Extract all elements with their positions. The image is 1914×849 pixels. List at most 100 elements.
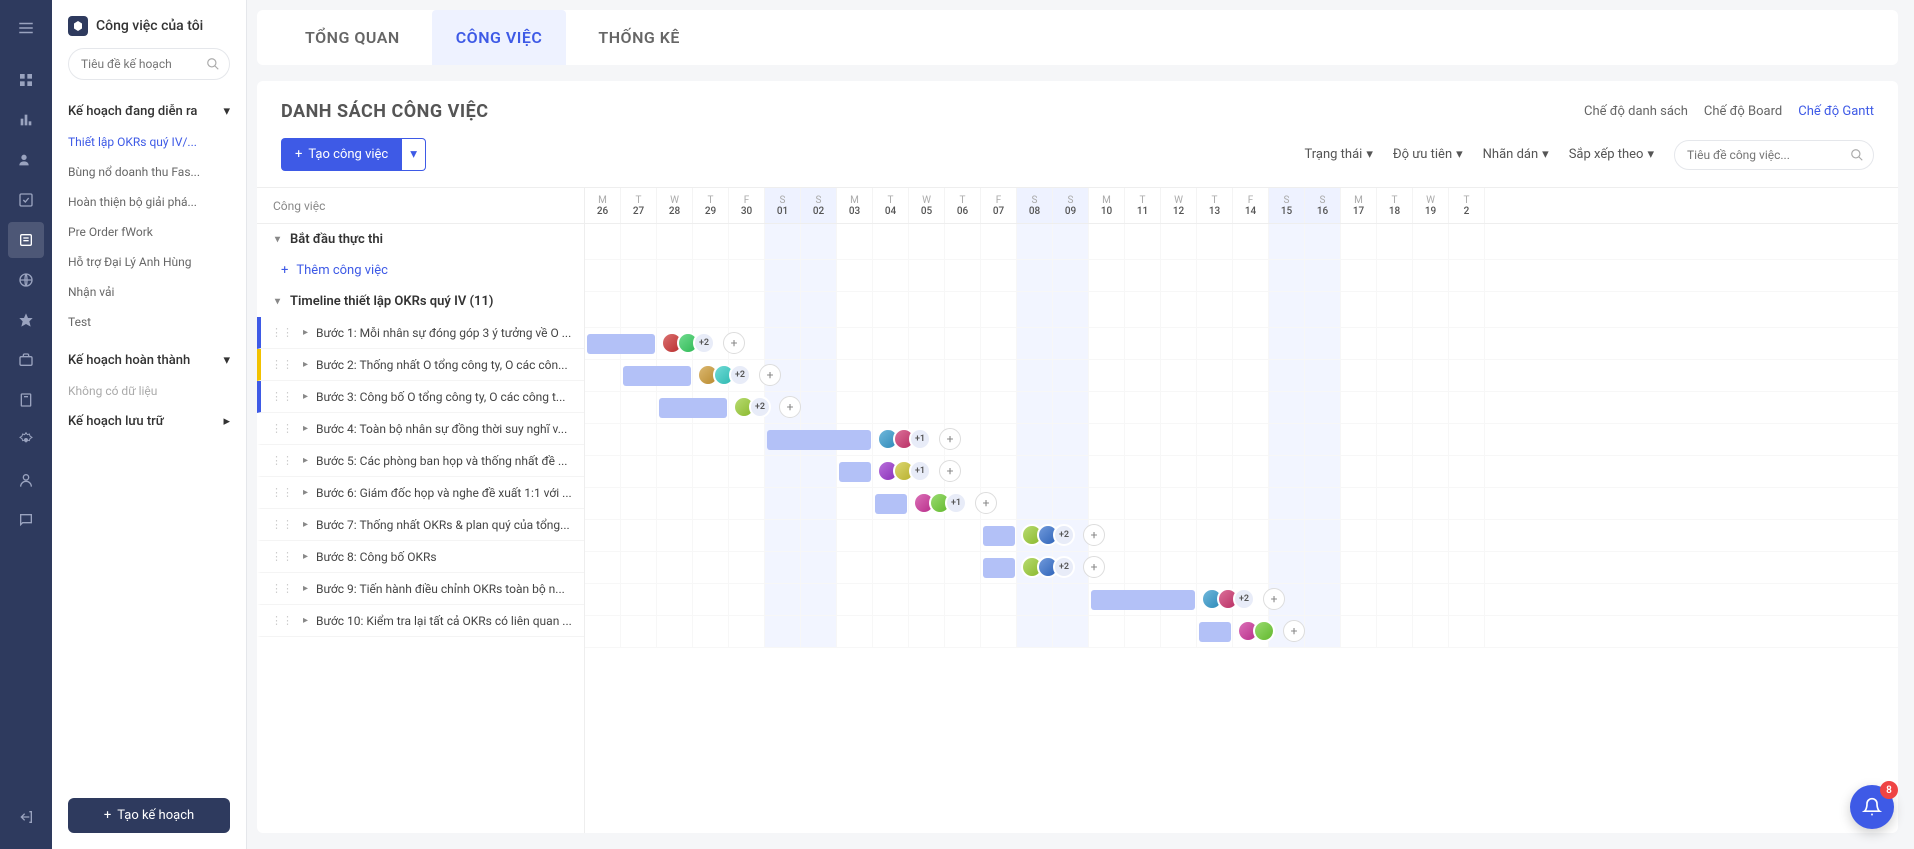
add-assignee-button[interactable]: +: [1083, 524, 1105, 546]
gantt-bar-row: +2 +: [585, 584, 1898, 616]
sidebar-search[interactable]: [68, 48, 230, 80]
task-row[interactable]: ⋮⋮▸Bước 10: Kiểm tra lại tất cả OKRs có …: [257, 605, 584, 637]
tasks-icon[interactable]: [8, 222, 44, 258]
section-archive[interactable]: Kế hoạch lưu trữ ▸: [68, 406, 230, 437]
gantt-bar[interactable]: [1091, 590, 1195, 610]
gantt-bar[interactable]: [839, 462, 871, 482]
gantt-bar[interactable]: [875, 494, 907, 514]
drag-handle-icon[interactable]: ⋮⋮: [269, 422, 295, 435]
group-row[interactable]: ▾Bắt đầu thực thi: [257, 224, 584, 255]
sidebar-item[interactable]: Thiết lập OKRs quý IV/...: [68, 127, 230, 157]
book-icon[interactable]: [8, 382, 44, 418]
avatar[interactable]: [1253, 620, 1275, 642]
task-row[interactable]: ⋮⋮▸Bước 3: Công bố O tổng công ty, O các…: [257, 381, 584, 413]
tab-stats[interactable]: THỐNG KÊ: [574, 10, 704, 65]
avatar-more[interactable]: +1: [909, 460, 931, 482]
filter-status[interactable]: Trạng thái▾: [1304, 147, 1372, 162]
logout-icon[interactable]: [8, 799, 44, 835]
task-row[interactable]: ⋮⋮▸Bước 5: Các phòng ban họp và thống nh…: [257, 445, 584, 477]
globe-icon[interactable]: [8, 262, 44, 298]
task-row[interactable]: ⋮⋮▸Bước 2: Thống nhất O tổng công ty, O …: [257, 349, 584, 381]
add-assignee-button[interactable]: +: [1263, 588, 1285, 610]
drag-handle-icon[interactable]: ⋮⋮: [269, 358, 295, 371]
panel-title: DANH SÁCH CÔNG VIỆC: [281, 101, 489, 122]
task-search[interactable]: [1674, 140, 1874, 170]
sidebar-item[interactable]: Pre Order fWork: [68, 217, 230, 247]
drag-handle-icon[interactable]: ⋮⋮: [269, 326, 295, 339]
task-row[interactable]: ⋮⋮▸Bước 6: Giám đốc họp và nghe đề xuất …: [257, 477, 584, 509]
avatar-more[interactable]: +1: [945, 492, 967, 514]
gantt-bar[interactable]: [659, 398, 727, 418]
gantt-bar-row: +2 +: [585, 392, 1898, 424]
user-icon[interactable]: [8, 462, 44, 498]
filter-sort[interactable]: Sắp xếp theo▾: [1569, 147, 1654, 162]
notification-button[interactable]: 8: [1850, 785, 1894, 829]
gantt-right[interactable]: M26T27W28T29F30S01S02M03T04W05T06F07S08S…: [585, 188, 1898, 833]
settings-icon[interactable]: [8, 422, 44, 458]
avatar-more[interactable]: +2: [1053, 524, 1075, 546]
add-task-row[interactable]: +Thêm công việc: [257, 255, 584, 286]
gantt-bar[interactable]: [983, 558, 1015, 578]
section-done[interactable]: Kế hoạch hoàn thành ▾: [68, 345, 230, 376]
section-ongoing[interactable]: Kế hoạch đang diễn ra ▾: [68, 96, 230, 127]
chat-icon[interactable]: [8, 502, 44, 538]
briefcase-icon[interactable]: [8, 342, 44, 378]
gantt-bar[interactable]: [623, 366, 691, 386]
add-assignee-button[interactable]: +: [939, 428, 961, 450]
group-row[interactable]: ▾Timeline thiết lập OKRs quý IV (11): [257, 286, 584, 317]
task-row[interactable]: ⋮⋮▸Bước 1: Mỗi nhân sự đóng góp 3 ý tưởn…: [257, 317, 584, 349]
task-search-input[interactable]: [1674, 140, 1874, 170]
avatar-more[interactable]: +2: [749, 396, 771, 418]
avatar-more[interactable]: +2: [693, 332, 715, 354]
view-gantt[interactable]: Chế độ Gantt: [1798, 104, 1874, 119]
create-plan-button[interactable]: + Tạo kế hoạch: [68, 798, 230, 833]
drag-handle-icon[interactable]: ⋮⋮: [269, 550, 295, 563]
add-assignee-button[interactable]: +: [939, 460, 961, 482]
sidebar-item[interactable]: Nhận vải: [68, 277, 230, 307]
gantt-bar[interactable]: [983, 526, 1015, 546]
gantt-bar[interactable]: [587, 334, 655, 354]
day-column: T04: [873, 188, 909, 223]
filter-priority[interactable]: Độ ưu tiên▾: [1393, 147, 1463, 162]
create-task-dropdown[interactable]: ▾: [402, 138, 426, 171]
chart-icon[interactable]: [8, 102, 44, 138]
avatar-more[interactable]: +2: [1233, 588, 1255, 610]
drag-handle-icon[interactable]: ⋮⋮: [269, 486, 295, 499]
add-assignee-button[interactable]: +: [1083, 556, 1105, 578]
avatar-more[interactable]: +2: [1053, 556, 1075, 578]
gantt-bar[interactable]: [767, 430, 871, 450]
task-row[interactable]: ⋮⋮▸Bước 8: Công bố OKRs: [257, 541, 584, 573]
add-assignee-button[interactable]: +: [1283, 620, 1305, 642]
drag-handle-icon[interactable]: ⋮⋮: [269, 518, 295, 531]
gantt-bar[interactable]: [1199, 622, 1231, 642]
drag-handle-icon[interactable]: ⋮⋮: [269, 454, 295, 467]
avatar-more[interactable]: +2: [729, 364, 751, 386]
sidebar-item[interactable]: Hỗ trợ Đại Lý Anh Hùng: [68, 247, 230, 277]
check-icon[interactable]: [8, 182, 44, 218]
task-row[interactable]: ⋮⋮▸Bước 7: Thống nhất OKRs & plan quý củ…: [257, 509, 584, 541]
view-board[interactable]: Chế độ Board: [1704, 104, 1782, 119]
drag-handle-icon[interactable]: ⋮⋮: [269, 390, 295, 403]
add-assignee-button[interactable]: +: [779, 396, 801, 418]
dashboard-icon[interactable]: [8, 62, 44, 98]
drag-handle-icon[interactable]: ⋮⋮: [269, 614, 295, 627]
star-icon[interactable]: [8, 302, 44, 338]
view-list[interactable]: Chế độ danh sách: [1584, 104, 1688, 119]
sidebar-item[interactable]: Hoàn thiện bộ giải phá...: [68, 187, 230, 217]
add-assignee-button[interactable]: +: [759, 364, 781, 386]
task-row[interactable]: ⋮⋮▸Bước 9: Tiến hành điều chỉnh OKRs toà…: [257, 573, 584, 605]
menu-icon[interactable]: [8, 10, 44, 46]
add-assignee-button[interactable]: +: [723, 332, 745, 354]
sidebar-item[interactable]: Bùng nổ doanh thu Fas...: [68, 157, 230, 187]
avatar-more[interactable]: +1: [909, 428, 931, 450]
people-icon[interactable]: [8, 142, 44, 178]
tab-tasks[interactable]: CÔNG VIỆC: [432, 10, 567, 65]
create-task-button[interactable]: + Tạo công việc: [281, 138, 402, 171]
drag-handle-icon[interactable]: ⋮⋮: [269, 582, 295, 595]
tab-overview[interactable]: TỔNG QUAN: [281, 10, 424, 65]
filter-label[interactable]: Nhãn dán▾: [1483, 147, 1549, 162]
day-column: T18: [1377, 188, 1413, 223]
sidebar-item[interactable]: Test: [68, 307, 230, 337]
task-row[interactable]: ⋮⋮▸Bước 4: Toàn bộ nhân sự đồng thời suy…: [257, 413, 584, 445]
add-assignee-button[interactable]: +: [975, 492, 997, 514]
